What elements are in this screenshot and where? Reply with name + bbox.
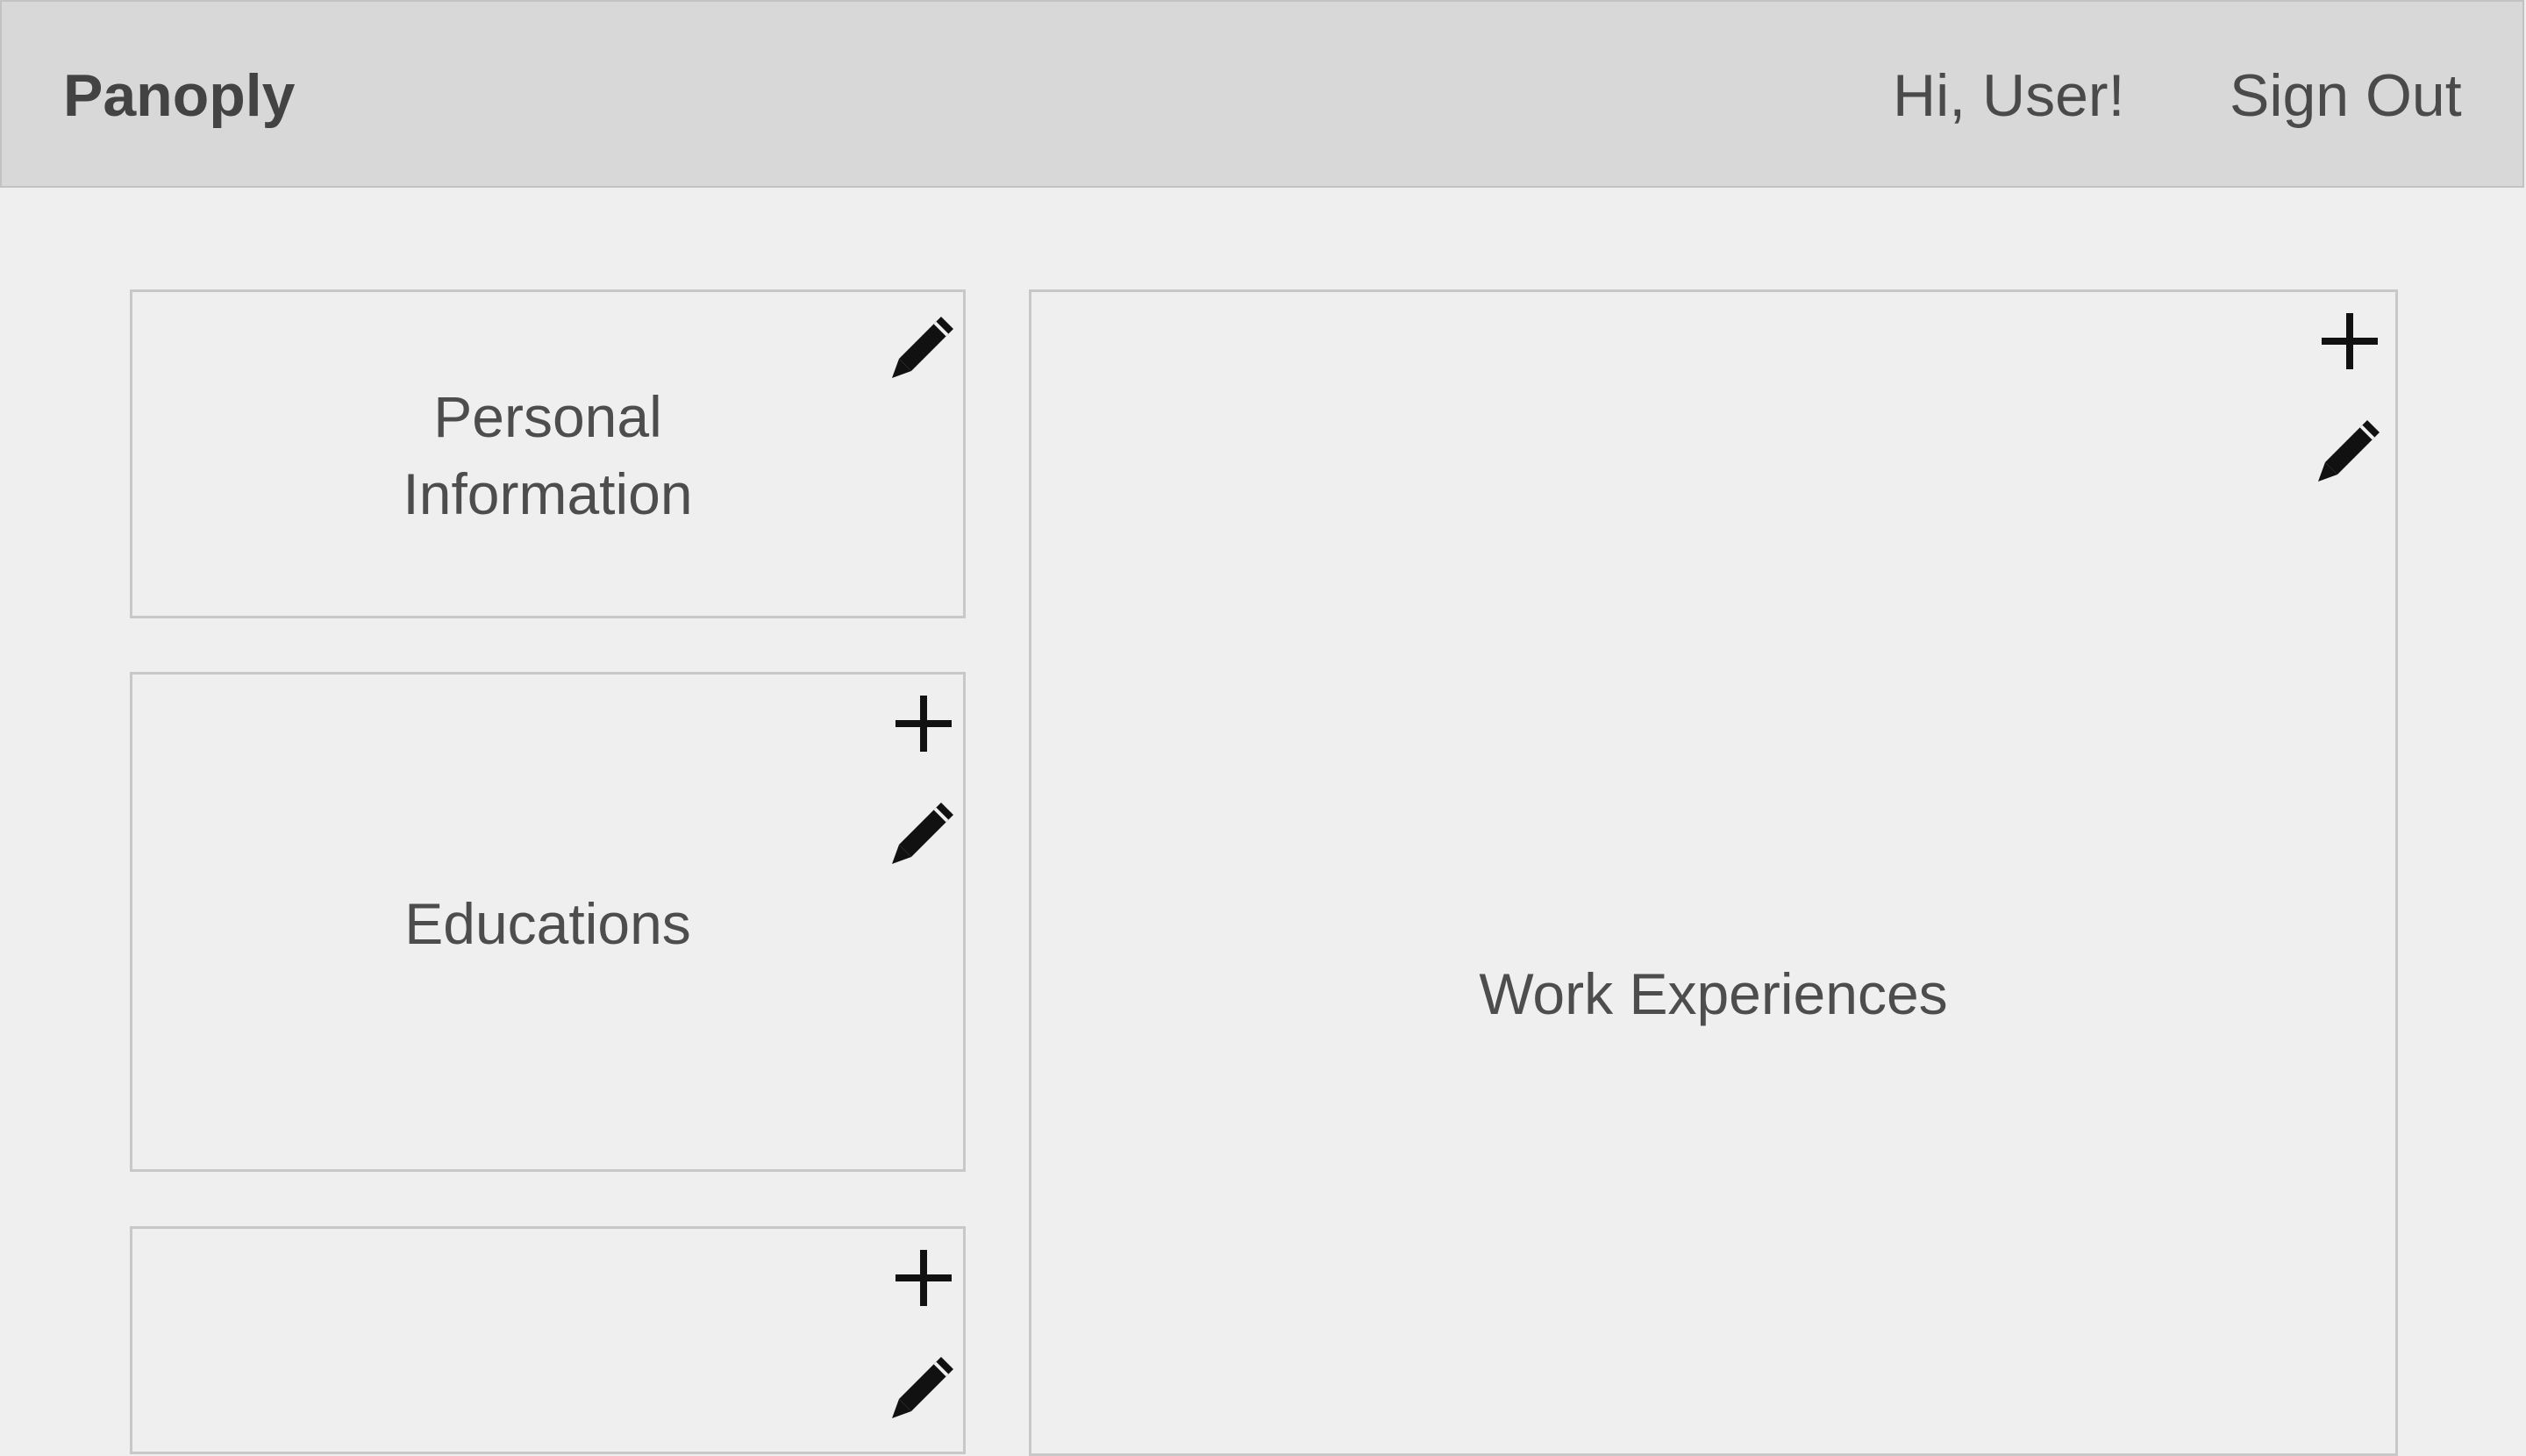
add-work-experience-button[interactable] bbox=[2313, 304, 2387, 378]
edit-educations-button[interactable] bbox=[887, 796, 960, 869]
pencil-icon bbox=[2318, 420, 2380, 482]
work-experiences-card: Work Experiences bbox=[1029, 289, 2398, 1456]
edit-third-section-button[interactable] bbox=[887, 1350, 960, 1424]
plus-icon bbox=[896, 1250, 952, 1306]
personal-information-card: Personal Information bbox=[130, 289, 966, 618]
educations-card: Educations bbox=[130, 672, 966, 1172]
add-education-button[interactable] bbox=[887, 687, 960, 760]
edit-personal-information-button[interactable] bbox=[887, 310, 960, 383]
pencil-icon bbox=[892, 1357, 953, 1418]
plus-icon bbox=[896, 696, 952, 752]
edit-work-experiences-button[interactable] bbox=[2313, 413, 2387, 487]
work-experiences-title: Work Experiences bbox=[1479, 961, 1948, 1026]
pencil-icon bbox=[892, 317, 953, 378]
personal-information-title-line2: Information bbox=[403, 461, 693, 526]
top-navbar: Panoply Hi, User! Sign Out bbox=[0, 0, 2524, 188]
brand-logo[interactable]: Panoply bbox=[63, 2, 296, 189]
third-section-card bbox=[130, 1226, 966, 1454]
pencil-icon bbox=[892, 803, 953, 864]
plus-icon bbox=[2322, 313, 2378, 369]
add-third-section-button[interactable] bbox=[887, 1241, 960, 1315]
sign-out-link[interactable]: Sign Out bbox=[2230, 2, 2462, 189]
personal-information-title-line1: Personal bbox=[433, 384, 662, 449]
user-greeting: Hi, User! bbox=[1893, 62, 2125, 129]
educations-title: Educations bbox=[404, 891, 691, 956]
